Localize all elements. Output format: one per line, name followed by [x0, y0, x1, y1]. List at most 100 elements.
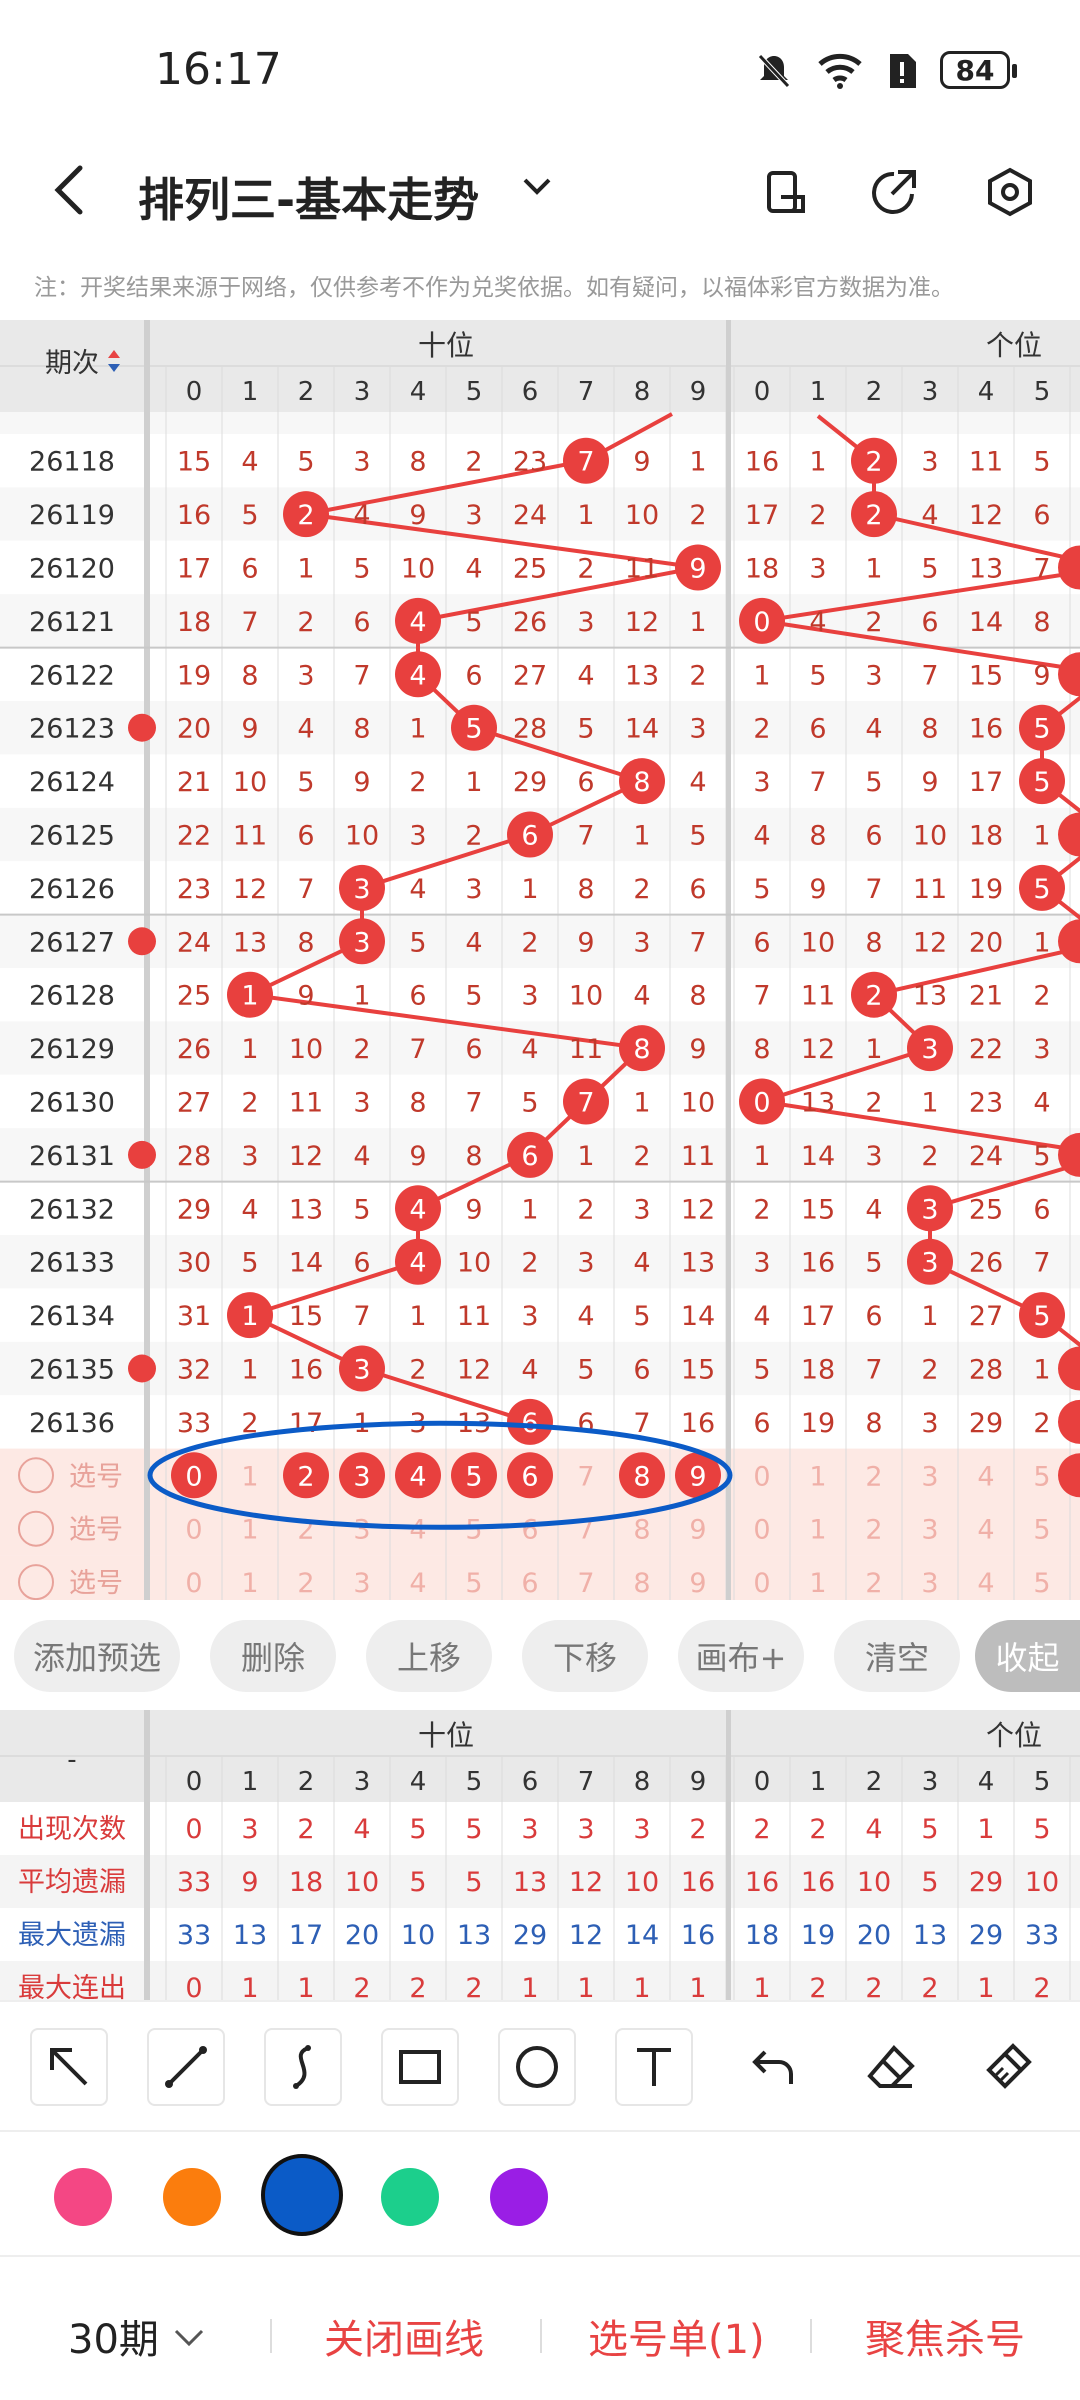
back-button[interactable]: [48, 160, 88, 235]
digit-header: 4: [978, 1767, 995, 1797]
delete-button[interactable]: 删除: [210, 1620, 336, 1692]
pick-digit[interactable]: 0: [185, 1568, 202, 1599]
pick-digit[interactable]: 0: [185, 1515, 202, 1546]
pick-digit[interactable]: 4: [977, 1568, 994, 1599]
clear-button[interactable]: 清空: [834, 1620, 960, 1692]
pick-digit[interactable]: 7: [577, 1461, 594, 1492]
pick-digit[interactable]: 7: [577, 1568, 594, 1599]
stats-cell: 10: [1025, 1867, 1059, 1898]
trend-chart[interactable]: 期次 十位 个位 0 1 2 3 4 5 6 7 8 9 0 1 2 3 4 5 26118 15 4 5 3 8 2 23 7 9 1 1…: [0, 320, 1080, 1600]
move-down-button[interactable]: 下移: [522, 1620, 648, 1692]
pick-digit[interactable]: 2: [865, 1568, 882, 1599]
miss-cell: 6: [921, 607, 938, 638]
share-button[interactable]: [866, 164, 922, 220]
hit-ball-label: 9: [689, 554, 706, 585]
hit-ball-label: 2: [865, 447, 882, 478]
line-tool[interactable]: [147, 2028, 225, 2106]
page-title[interactable]: 排列三-基本走势: [138, 164, 479, 230]
title-dropdown[interactable]: [520, 170, 554, 213]
focus-kill-button[interactable]: 聚焦杀号: [865, 2307, 1025, 2365]
mute-icon: [758, 54, 790, 88]
hit-ball-label: 6: [521, 821, 538, 852]
stats-cell: 20: [345, 1920, 379, 1951]
color-swatch-orange[interactable]: [163, 2168, 221, 2226]
rectangle-tool[interactable]: [381, 2028, 459, 2106]
miss-cell: 8: [689, 981, 706, 1012]
pick-digit[interactable]: 5: [465, 1568, 482, 1599]
color-swatch-purple[interactable]: [490, 2168, 548, 2226]
pick-digit[interactable]: 4: [977, 1461, 994, 1492]
period-selector[interactable]: 30期: [68, 2307, 206, 2365]
color-swatch-blue-selected[interactable]: [261, 2154, 343, 2236]
text-tool[interactable]: [615, 2028, 693, 2106]
miss-cell: 5: [865, 1248, 882, 1279]
pick-digit[interactable]: 4: [409, 1515, 426, 1546]
miss-cell: 5: [577, 1355, 594, 1386]
pick-digit[interactable]: 3: [921, 1568, 938, 1599]
pick-digit[interactable]: 5: [1033, 1515, 1050, 1546]
pick-digit[interactable]: 0: [753, 1461, 770, 1492]
pick-digit[interactable]: 1: [241, 1461, 258, 1492]
miss-cell: 30: [177, 1248, 211, 1279]
trend-grid-svg[interactable]: 期次十位 个位0 1 2 3 4 5 6 7 8 9 0 1 2 3 4 526118 15 4 5 3 8 2 23 7 9 1 1…: [0, 320, 1080, 1600]
pick-digit[interactable]: 8: [633, 1568, 650, 1599]
pick-digit[interactable]: 2: [865, 1515, 882, 1546]
add-preselect-button[interactable]: 添加预选: [14, 1620, 180, 1692]
pick-digit[interactable]: 3: [921, 1515, 938, 1546]
arrow-tool[interactable]: [30, 2028, 108, 2106]
miss-cell: 2: [521, 927, 538, 958]
pick-digit[interactable]: 2: [297, 1568, 314, 1599]
stats-cell: 18: [289, 1867, 323, 1898]
color-swatch-pink[interactable]: [54, 2168, 112, 2226]
clear-canvas-tool[interactable]: [969, 2028, 1047, 2106]
pick-digit[interactable]: 9: [689, 1515, 706, 1546]
pick-digit[interactable]: 0: [753, 1515, 770, 1546]
miss-cell: 8: [409, 1088, 426, 1119]
move-up-button[interactable]: 上移: [366, 1620, 492, 1692]
eraser-tool[interactable]: [852, 2028, 930, 2106]
pick-digit[interactable]: 6: [521, 1568, 538, 1599]
miss-cell: 16: [177, 500, 211, 531]
pick-digit[interactable]: 3: [353, 1568, 370, 1599]
digit-header: 1: [810, 1767, 827, 1797]
close-line-button[interactable]: 关闭画线: [324, 2307, 484, 2365]
color-swatch-green[interactable]: [381, 2168, 439, 2226]
stats-cell: 4: [353, 1814, 370, 1845]
pick-digit[interactable]: 5: [465, 1515, 482, 1546]
curve-tool[interactable]: [264, 2028, 342, 2106]
pick-digit[interactable]: 8: [633, 1515, 650, 1546]
pick-digit[interactable]: 4: [977, 1515, 994, 1546]
stats-cell: 29: [969, 1867, 1003, 1898]
miss-cell: 13: [681, 1248, 715, 1279]
pick-digit[interactable]: 2: [865, 1461, 882, 1492]
stats-cell: 16: [745, 1867, 779, 1898]
pick-digit[interactable]: 9: [689, 1568, 706, 1599]
pick-digit[interactable]: 1: [809, 1568, 826, 1599]
pick-digit[interactable]: 5: [1033, 1461, 1050, 1492]
canvas-plus-button[interactable]: 画布+: [678, 1620, 804, 1692]
ticket-button[interactable]: 选号单(1): [588, 2307, 765, 2365]
miss-cell: 12: [913, 927, 947, 958]
pick-digit[interactable]: 4: [409, 1568, 426, 1599]
collapse-button[interactable]: 收起: [975, 1620, 1080, 1692]
pick-digit[interactable]: 3: [353, 1515, 370, 1546]
pick-digit[interactable]: 1: [809, 1461, 826, 1492]
undo-tool[interactable]: [735, 2028, 813, 2106]
miss-cell: 15: [177, 447, 211, 478]
pick-digit[interactable]: 1: [809, 1515, 826, 1546]
pick-digit[interactable]: 1: [241, 1568, 258, 1599]
circle-tool[interactable]: [498, 2028, 576, 2106]
hit-ball-label: 4: [409, 1248, 426, 1279]
pick-row-bg: [0, 1502, 1080, 1556]
group-one-header: 个位: [986, 329, 1042, 362]
miss-cell: 18: [801, 1355, 835, 1386]
miss-cell: 5: [689, 821, 706, 852]
settings-button[interactable]: [982, 164, 1038, 220]
pick-digit[interactable]: 5: [1033, 1568, 1050, 1599]
pick-digit[interactable]: 3: [921, 1461, 938, 1492]
screen-rotate-button[interactable]: [756, 164, 812, 220]
pick-digit[interactable]: 1: [241, 1515, 258, 1546]
pick-digit[interactable]: 6: [521, 1515, 538, 1546]
pick-digit[interactable]: 0: [753, 1568, 770, 1599]
stats-cell: 2: [921, 1973, 938, 2000]
